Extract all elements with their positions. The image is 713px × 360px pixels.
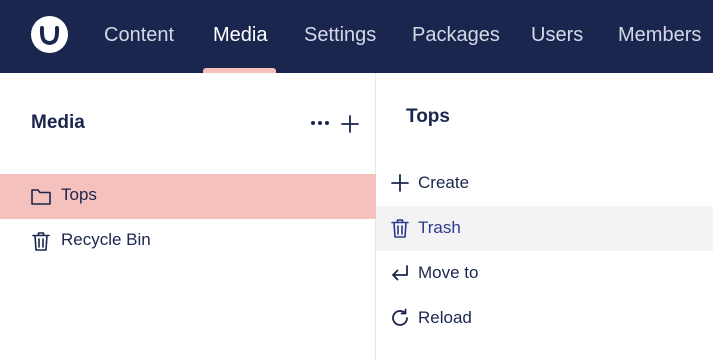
action-reload[interactable]: Reload [376, 296, 713, 341]
actions-panel-title: Tops [406, 106, 450, 127]
umbraco-logo-icon[interactable] [31, 16, 68, 53]
action-create[interactable]: Create [376, 161, 713, 206]
actions-panel: Tops Create Trash Move to Reload [376, 73, 713, 360]
plus-icon[interactable] [339, 113, 361, 135]
trash-icon [30, 230, 52, 252]
nav-tab-content[interactable]: Content [104, 0, 174, 73]
tree-item-tops[interactable]: Tops [0, 174, 376, 219]
nav-tab-members[interactable]: Members [618, 0, 701, 73]
folder-icon [30, 185, 52, 207]
action-label: Reload [418, 308, 472, 327]
tree-item-label: Recycle Bin [61, 230, 151, 249]
action-trash[interactable]: Trash [376, 206, 713, 251]
action-label: Move to [418, 263, 479, 282]
move-arrow-icon [389, 262, 411, 284]
top-navigation-bar: Content Media Settings Packages Users Me… [0, 0, 713, 74]
media-tree-panel: Media Tops Recycle Bin [0, 73, 376, 360]
tree-title: Media [31, 112, 85, 133]
action-move-to[interactable]: Move to [376, 251, 713, 296]
nav-tab-users[interactable]: Users [531, 0, 583, 73]
tree-item-label: Tops [61, 185, 97, 204]
nav-tab-packages[interactable]: Packages [412, 0, 500, 73]
plus-icon [389, 172, 411, 194]
tree-item-recycle-bin[interactable]: Recycle Bin [0, 219, 376, 264]
trash-icon [389, 217, 411, 239]
nav-tab-media[interactable]: Media [213, 0, 267, 73]
action-label: Trash [418, 218, 461, 237]
ellipsis-icon[interactable] [308, 113, 332, 133]
reload-icon [389, 307, 411, 329]
action-label: Create [418, 173, 470, 192]
nav-tab-settings[interactable]: Settings [304, 0, 376, 73]
